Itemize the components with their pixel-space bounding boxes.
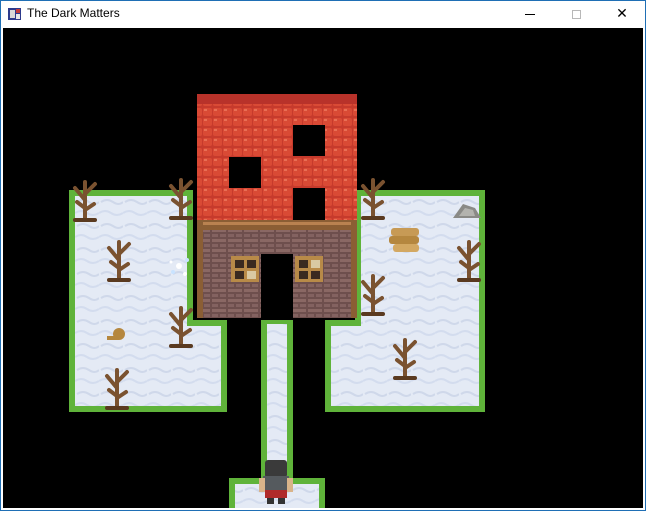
game-map [69, 94, 485, 508]
window-title: The Dark Matters [27, 6, 120, 20]
game-viewport[interactable] [3, 28, 643, 508]
broken-window-left [231, 256, 259, 282]
maximize-icon [571, 9, 581, 19]
red-roof-house [197, 94, 357, 320]
broken-window-right [295, 256, 323, 282]
maximize-button[interactable] [553, 1, 599, 27]
game-window: The Dark Matters ✕ [0, 0, 646, 511]
close-button[interactable]: ✕ [599, 1, 645, 27]
minimize-button[interactable] [507, 1, 553, 27]
minimize-icon [525, 13, 535, 15]
close-icon: ✕ [616, 6, 628, 22]
log-pile [389, 228, 419, 252]
title-bar[interactable]: The Dark Matters ✕ [1, 1, 645, 27]
rpg-maker-icon [8, 8, 21, 20]
